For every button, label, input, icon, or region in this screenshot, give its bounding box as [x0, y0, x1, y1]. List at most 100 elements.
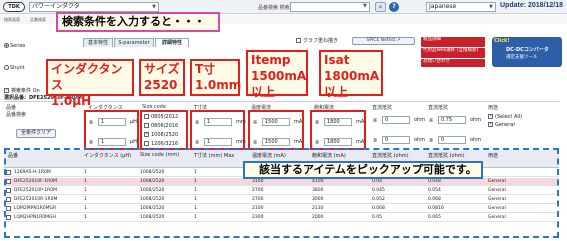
callout-line: 1.0mm: [195, 78, 242, 92]
callout-line: 1500mA: [251, 69, 307, 83]
checkbox-icon: [296, 38, 301, 43]
chevron-down-icon: ▼: [489, 4, 493, 10]
alternative-web-label: 代用品Web遷移 (互換検索): [423, 48, 479, 53]
rdc2-min-row: ≧ 0.75 ohm: [428, 116, 483, 124]
part-number-input[interactable]: [290, 2, 370, 12]
search-button[interactable]: ⌕: [375, 2, 386, 12]
rdc1-max-input[interactable]: 0: [382, 136, 410, 144]
size-option-label: 0805/2012: [151, 114, 179, 120]
gte-icon: ≧: [373, 117, 378, 123]
shunt-radio[interactable]: Shunt: [4, 65, 25, 71]
tab-detail[interactable]: 詳細特性: [155, 38, 189, 47]
inductance-callout: インダクタンス 1.0μH: [46, 59, 134, 108]
lte-icon: ≦: [253, 139, 258, 145]
series-radio[interactable]: Series: [4, 43, 25, 49]
radio-selected-icon: [4, 43, 9, 48]
size-option[interactable]: 1206/3216: [144, 141, 178, 148]
callout-line: 2520: [144, 78, 178, 92]
callout-line: 1.0μH: [51, 94, 92, 108]
unit-label: mA: [356, 139, 365, 145]
callout-line: Isat: [324, 53, 350, 67]
unit-label: mA: [294, 119, 303, 125]
size-filter-box: 0805/2012 0806/2016 1008/2520 1206/3216: [140, 110, 188, 150]
contact-label: お問い合わせ: [423, 59, 450, 64]
instruction-callout: 検索条件を入力すると・・・: [56, 12, 220, 32]
usage-option[interactable]: (Select All): [488, 113, 522, 121]
tab-basic[interactable]: 基本特性: [83, 38, 113, 47]
checkbox-icon: [144, 114, 149, 119]
pickup-callout: 該当するアイテムをピックアップ可能です。: [243, 161, 483, 179]
gte-icon: ≧: [89, 119, 94, 125]
callout-line: 以上: [324, 85, 349, 99]
unit-label: mA: [356, 119, 365, 125]
lte-icon: ≦: [89, 139, 94, 145]
part-number-label: 品番検索 検索: [258, 5, 290, 11]
lte-icon: ≦: [373, 137, 378, 143]
unit-label: mm: [236, 139, 246, 145]
usage-option[interactable]: General: [488, 121, 515, 129]
gte-icon: ≧: [429, 117, 434, 123]
unit-label: ohm: [414, 117, 426, 123]
gte-icon: ≧: [195, 119, 200, 125]
lte-icon: ≦: [195, 139, 200, 145]
banner-title: DC-DCコンバータ: [506, 47, 549, 53]
tdk-logo[interactable]: TDK: [3, 2, 25, 12]
rdc1-header: 直流抵抗: [372, 105, 393, 111]
contact-button[interactable]: お問い合わせ: [421, 59, 485, 67]
itemp-max-input[interactable]: 1500: [262, 138, 290, 146]
rdc1-min-row: ≧ 0 ohm: [372, 116, 427, 124]
pn-header: 品番: [6, 105, 17, 111]
alternative-web-button[interactable]: 代用品Web遷移 (互換検索): [421, 48, 485, 58]
usage-option-label: General: [495, 122, 515, 128]
checkbox-checked-icon: [144, 131, 149, 137]
spice-label: SPICE Netlist: [366, 38, 396, 43]
callout-line: 1800mA: [324, 69, 380, 83]
pn-subheader: 品番検索: [6, 112, 27, 118]
rdc2-min-input[interactable]: 0.75: [438, 116, 466, 124]
inductance-min-input[interactable]: 1: [98, 118, 126, 126]
checkbox-icon: [144, 123, 149, 128]
filter-on-checkbox[interactable]: 検索条件 On: [4, 87, 40, 94]
shunt-label: Shunt: [10, 65, 25, 71]
size-option-label: 1008/2520: [151, 132, 179, 138]
itemp-callout: Itemp 1500mA 以上: [246, 50, 308, 99]
dcdc-tool-banner[interactable]: Click! DC-DCコンバータ 選定支援ツール: [492, 37, 562, 67]
size-option-label: 0806/2016: [151, 123, 179, 129]
clear-all-button[interactable]: 全条件クリア: [16, 129, 56, 138]
gte-icon: ≧: [253, 119, 258, 125]
t-max-input[interactable]: 1: [204, 138, 232, 146]
subnav-item[interactable]: 検索画面: [4, 17, 20, 23]
t-filter-box: ≧ 1 mm ≦ 1 mm: [190, 110, 246, 150]
isat-max-input[interactable]: 1800: [324, 138, 352, 146]
tab-s-parameter[interactable]: S-parameter: [114, 38, 154, 47]
callout-line: T寸: [195, 62, 216, 76]
rdc2-max-row: ≦ 0 ohm: [428, 136, 483, 144]
checkbox-checked-icon: [488, 121, 493, 127]
chevron-down-icon: ▼: [363, 3, 367, 9]
itemp-min-input[interactable]: 1500: [262, 118, 290, 126]
language-select[interactable]: Japanese ▼: [426, 2, 496, 12]
size-option[interactable]: 1008/2520: [144, 131, 179, 139]
lte-icon: ≦: [315, 139, 320, 145]
category-select[interactable]: パワーインダクタ ▼: [29, 2, 159, 12]
product-detail-button[interactable]: 製品詳細: [421, 37, 485, 47]
banner-click-text: Click!: [494, 38, 510, 44]
subnav-item[interactable]: 品番検索: [30, 17, 46, 23]
unit-label: mA: [294, 139, 303, 145]
lte-icon: ≦: [429, 137, 434, 143]
t-min-input[interactable]: 1: [204, 118, 232, 126]
isat-min-input[interactable]: 1800: [324, 118, 352, 126]
size-callout: サイズ 2520: [139, 59, 185, 96]
product-detail-label: 製品詳細: [423, 37, 441, 42]
size-option[interactable]: 0806/2016: [144, 123, 178, 130]
help-icon[interactable]: ?: [389, 2, 399, 12]
inductance-max-input[interactable]: 1: [98, 138, 126, 146]
spice-netlist-button[interactable]: SPICE Netlist ↗: [352, 37, 415, 45]
graph-overlay-checkbox[interactable]: グラフ重ね描き: [296, 37, 338, 44]
gte-icon: ≧: [315, 119, 320, 125]
rdc1-min-input[interactable]: 0: [382, 116, 410, 124]
size-option[interactable]: 0805/2012: [144, 114, 178, 121]
callout-line: Itemp: [251, 53, 291, 67]
rdc2-max-input[interactable]: 0: [438, 136, 466, 144]
isat-callout: Isat 1800mA 以上: [319, 50, 383, 99]
